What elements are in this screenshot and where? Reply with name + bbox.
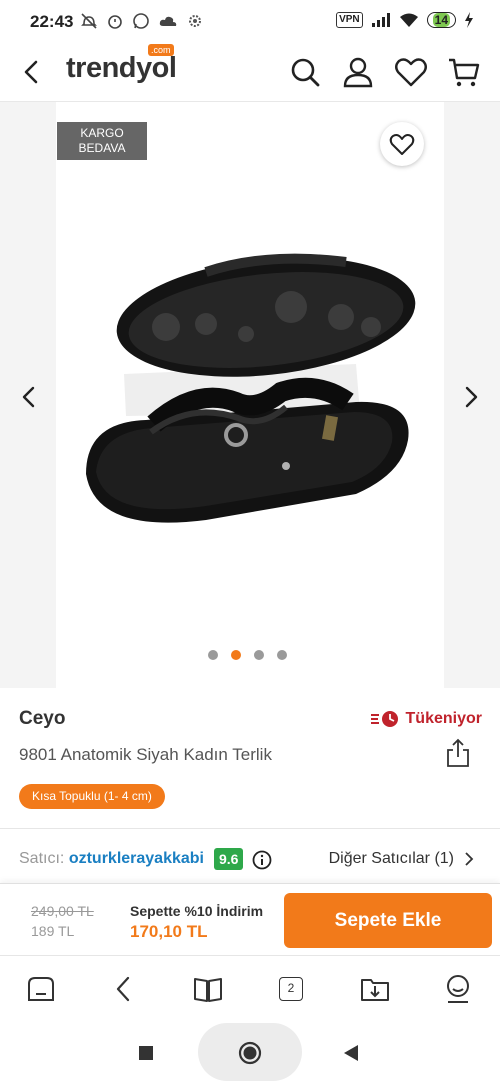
bookmarks-icon[interactable] (191, 972, 225, 1006)
alarm-icon (108, 15, 122, 29)
sandal-illustration (86, 253, 416, 523)
heart-icon (389, 134, 415, 155)
favorite-button[interactable] (380, 122, 424, 166)
battery-level: 14 (432, 13, 450, 27)
browser-back-icon[interactable] (107, 972, 141, 1006)
pagination-dot[interactable] (208, 650, 218, 660)
charging-icon (465, 12, 473, 28)
pagination-dot[interactable] (254, 650, 264, 660)
search-icon[interactable] (287, 54, 323, 90)
trendyol-logo[interactable]: trendyol .com (66, 44, 177, 85)
gallery-pagination[interactable] (208, 650, 287, 660)
signal-icon (371, 13, 390, 27)
info-icon[interactable] (252, 850, 272, 870)
free-shipping-badge: KARGO BEDAVA (57, 122, 147, 160)
other-sellers-link[interactable]: Diğer Satıcılar (1) (329, 850, 474, 868)
product-image[interactable] (56, 102, 444, 688)
logo-com-badge: .com (148, 44, 174, 56)
divider (0, 828, 500, 829)
battery-indicator: 14 (426, 12, 456, 28)
back-arrow-icon[interactable] (14, 54, 50, 90)
previous-image-icon[interactable] (14, 382, 44, 412)
system-back-icon[interactable] (343, 1044, 359, 1062)
system-navigation-bar (0, 1023, 500, 1083)
profile-icon[interactable] (441, 972, 475, 1006)
clock-running-out-icon (370, 711, 398, 727)
purchase-bar: 249,00 TL 189 TL Sepette %10 İndirim 170… (0, 883, 500, 955)
seller-info[interactable]: Satıcı: ozturklerayakkabi (19, 850, 204, 868)
recents-icon[interactable] (138, 1045, 154, 1061)
cart-icon[interactable] (446, 54, 482, 90)
clock: 22:43 (30, 12, 74, 31)
product-page: 22:43 VPN 14 trendyol .com KARGO BEDAVA … (0, 0, 500, 1083)
product-title: 9801 Anatomik Siyah Kadın Terlik (19, 745, 272, 764)
campaign-label: Sepette %10 İndirim (130, 903, 264, 919)
user-icon[interactable] (340, 54, 376, 90)
heel-height-chip[interactable]: Kısa Topuklu (1- 4 cm) (19, 784, 165, 809)
pagination-dot[interactable] (231, 650, 241, 660)
product-gallery[interactable]: KARGO BEDAVA (0, 102, 500, 688)
brand-name[interactable]: Ceyo (19, 708, 65, 730)
cloud-icon (159, 16, 177, 26)
tabs-button[interactable]: 2 (279, 977, 303, 1001)
seller-label: Satıcı: (19, 850, 65, 867)
badge-line-2: BEDAVA (78, 141, 126, 155)
home-icon[interactable] (24, 972, 58, 1006)
notification-icons (80, 12, 204, 30)
system-icons: VPN 14 (336, 12, 474, 28)
app-header: trendyol .com (0, 44, 500, 102)
other-sellers-label: Diğer Satıcılar (1) (328, 850, 454, 867)
add-to-cart-button[interactable]: Sepete Ekle (284, 893, 492, 948)
stock-warning: Tükeniyor (370, 709, 482, 729)
stock-label: Tükeniyor (405, 710, 482, 727)
current-price: 189 TL (31, 923, 75, 939)
home-button-icon[interactable] (238, 1041, 262, 1065)
favorites-icon[interactable] (393, 54, 429, 90)
whatsapp-icon (133, 13, 149, 29)
chevron-right-icon (465, 852, 474, 866)
old-price: 249,00 TL (31, 903, 94, 919)
badge-line-1: KARGO (80, 126, 124, 140)
browser-toolbar: 2 (0, 955, 500, 1023)
next-image-icon[interactable] (456, 382, 486, 412)
do-not-disturb-icon (81, 13, 97, 29)
pagination-dot[interactable] (277, 650, 287, 660)
logo-text: trendyol (66, 52, 177, 84)
wifi-icon (399, 13, 418, 27)
settings-icon (189, 15, 201, 27)
vpn-badge: VPN (336, 12, 363, 28)
seller-score-badge: 9.6 (214, 848, 244, 870)
campaign-price: 170,10 TL (130, 922, 208, 941)
downloads-icon[interactable] (358, 972, 392, 1006)
seller-name[interactable]: ozturklerayakkabi (69, 850, 204, 867)
share-icon[interactable] (444, 738, 472, 768)
status-bar: 22:43 VPN 14 (0, 0, 500, 44)
